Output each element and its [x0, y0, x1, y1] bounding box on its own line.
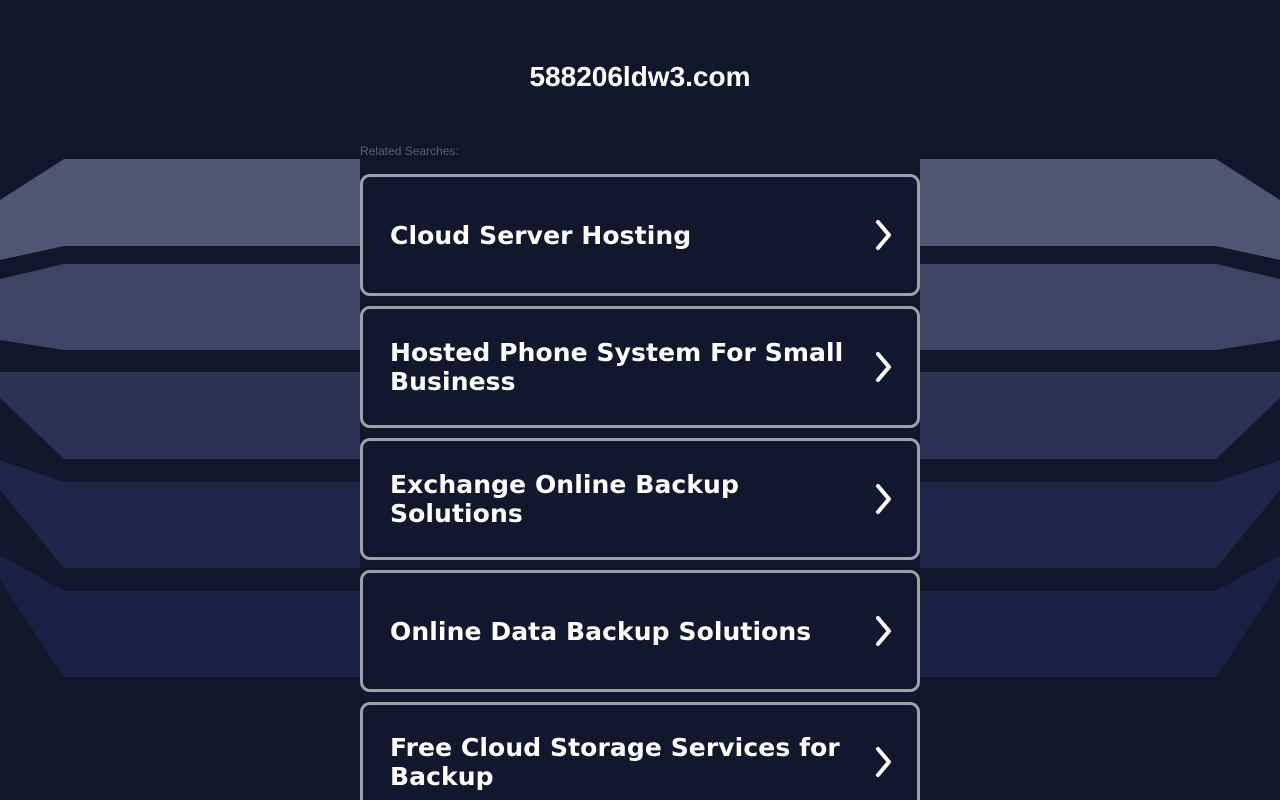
related-search-link[interactable]: Cloud Server Hosting [360, 174, 920, 296]
related-search-link-label: Hosted Phone System For Small Business [390, 338, 844, 396]
parked-domain-page: 588206ldw3.com Related Searches: Cloud S… [0, 0, 1280, 800]
related-search-link-label: Cloud Server Hosting [390, 220, 692, 250]
domain-title: 588206ldw3.com [529, 61, 751, 92]
chevron-right-icon [876, 484, 891, 514]
related-search-link-label: Free Cloud Storage Services for Backup [390, 733, 840, 791]
related-search-link-label: Online Data Backup Solutions [390, 616, 812, 646]
related-searches-list: Cloud Server Hosting Hosted Phone System… [360, 174, 920, 800]
related-search-link[interactable]: Online Data Backup Solutions [360, 570, 920, 692]
chevron-right-icon [876, 352, 891, 382]
chevron-right-icon [876, 747, 891, 777]
related-search-link[interactable]: Free Cloud Storage Services for Backup [360, 702, 920, 800]
related-searches-label: Related Searches: [360, 144, 459, 158]
related-search-link-label: Exchange Online Backup Solutions [390, 470, 739, 528]
chevron-right-icon [876, 616, 891, 646]
related-search-link[interactable]: Hosted Phone System For Small Business [360, 306, 920, 428]
chevron-right-icon [876, 220, 891, 250]
related-search-link[interactable]: Exchange Online Backup Solutions [360, 438, 920, 560]
